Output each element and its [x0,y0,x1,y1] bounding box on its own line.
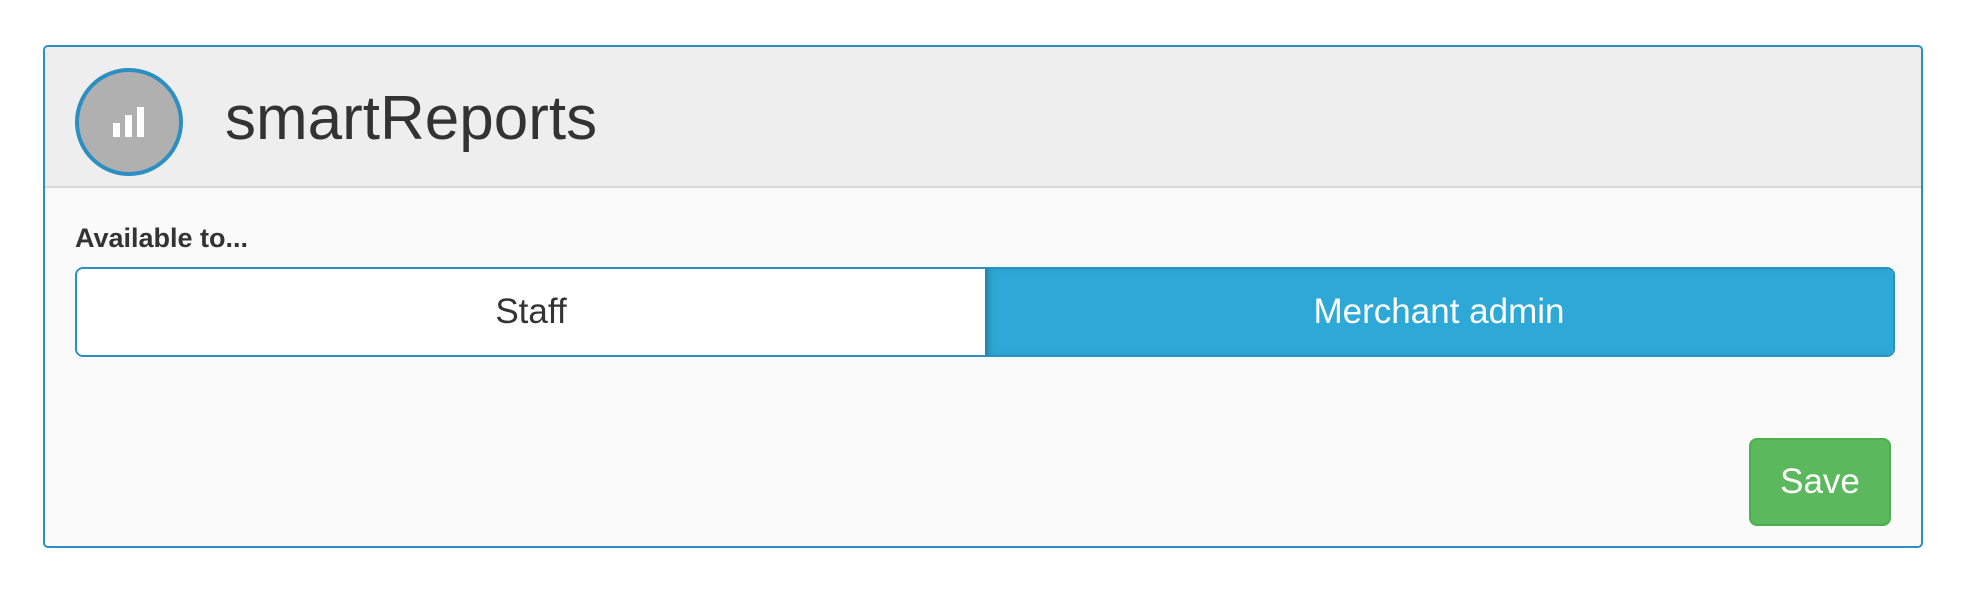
toggle-option-merchant-admin[interactable]: Merchant admin [985,269,1893,355]
app-settings-panel: smartReports Available to... Staff Merch… [43,45,1923,548]
app-title: smartReports [225,84,598,153]
availability-toggle: Staff Merchant admin [75,267,1895,357]
availability-label: Available to... [75,223,249,253]
app-icon [75,68,183,176]
bar-chart-icon [113,107,144,137]
save-button[interactable]: Save [1749,438,1891,526]
panel-header: smartReports [45,47,1921,188]
toggle-option-staff[interactable]: Staff [77,269,985,355]
